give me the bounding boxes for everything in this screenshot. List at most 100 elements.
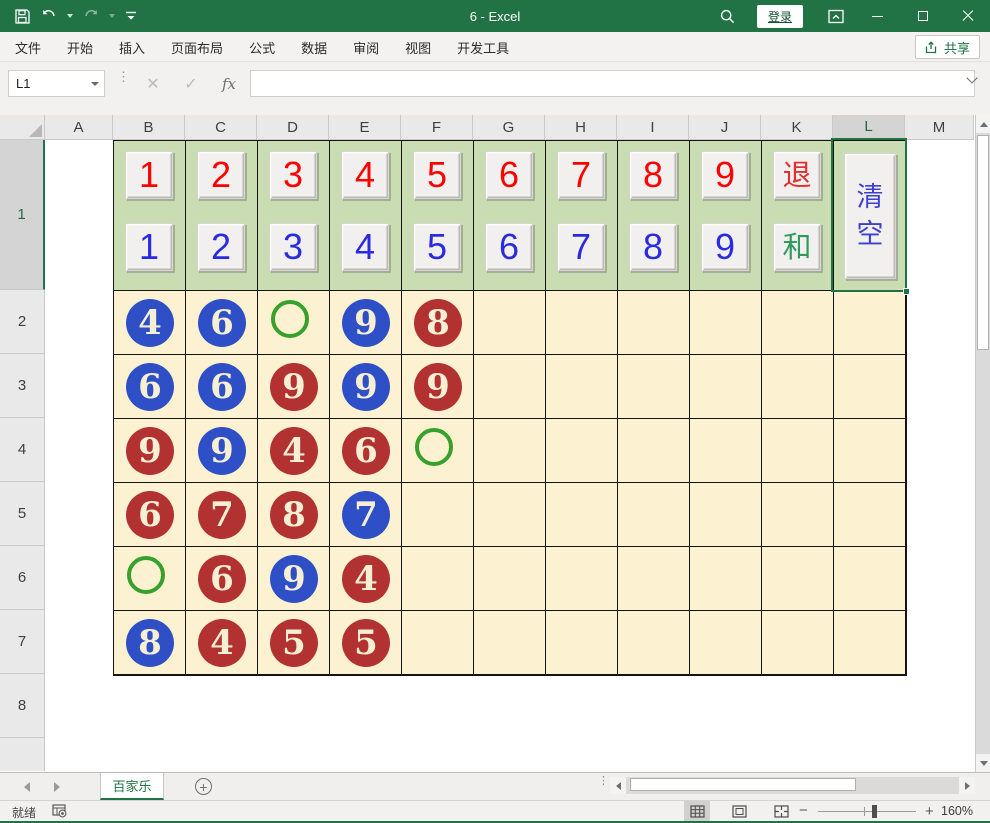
cell-H6[interactable] (546, 547, 618, 611)
column-header-K[interactable]: K (761, 115, 833, 140)
column-header-C[interactable]: C (185, 115, 257, 140)
cell-L4[interactable] (834, 419, 906, 483)
cell-J3[interactable] (690, 355, 762, 419)
ribbon-tab-开始[interactable]: 开始 (54, 32, 106, 62)
redo-dropdown-icon[interactable] (109, 14, 115, 18)
cell-K7[interactable] (762, 611, 834, 675)
cell-C7[interactable]: 4 (186, 611, 258, 675)
ribbon-tab-开发工具[interactable]: 开发工具 (444, 32, 522, 62)
row-header-6[interactable]: 6 (0, 546, 45, 610)
cell-H7[interactable] (546, 611, 618, 675)
cell-F2[interactable]: 8 (402, 291, 474, 355)
scroll-up-icon[interactable] (976, 115, 990, 133)
cell-B5[interactable]: 6 (114, 483, 186, 547)
column-header-H[interactable]: H (545, 115, 617, 140)
cell-L3[interactable] (834, 355, 906, 419)
maximize-button[interactable] (900, 0, 945, 32)
share-button[interactable]: 共享 (915, 35, 980, 59)
redo-icon[interactable] (83, 9, 99, 23)
cell-D2[interactable] (258, 291, 330, 355)
cell-F4[interactable] (402, 419, 474, 483)
column-header-A[interactable]: A (45, 115, 113, 140)
cell-J2[interactable] (690, 291, 762, 355)
blue-number-button-2[interactable]: 2 (197, 223, 245, 271)
customize-quick-access-icon[interactable] (125, 10, 137, 22)
cell-C6[interactable]: 6 (186, 547, 258, 611)
red-number-button-1[interactable]: 1 (125, 151, 173, 199)
zoom-level-label[interactable]: 160% (941, 804, 973, 818)
cell-E4[interactable]: 6 (330, 419, 402, 483)
red-number-button-2[interactable]: 2 (197, 151, 245, 199)
column-header-F[interactable]: F (401, 115, 473, 140)
row-header-8[interactable]: 8 (0, 674, 45, 738)
zoom-in-icon[interactable]: + (925, 803, 934, 820)
cell-C2[interactable]: 6 (186, 291, 258, 355)
cell-I4[interactable] (618, 419, 690, 483)
formula-bar-expand-icon[interactable] (966, 71, 980, 85)
blue-number-button-4[interactable]: 4 (341, 223, 389, 271)
blue-number-button-9[interactable]: 9 (701, 223, 749, 271)
page-break-view-button[interactable] (768, 801, 794, 821)
ribbon-tab-视图[interactable]: 视图 (392, 32, 444, 62)
column-header-M[interactable]: M (905, 115, 974, 140)
row-header-7[interactable]: 7 (0, 610, 45, 674)
cell-B4[interactable]: 9 (114, 419, 186, 483)
scroll-right-icon[interactable] (959, 777, 975, 794)
cell-E2[interactable]: 9 (330, 291, 402, 355)
blue-number-button-8[interactable]: 8 (629, 223, 677, 271)
column-header-B[interactable]: B (113, 115, 185, 140)
vertical-scrollbar-thumb[interactable] (977, 135, 989, 350)
row-header-5[interactable]: 5 (0, 482, 45, 546)
cell-L2[interactable] (834, 291, 906, 355)
cell-B7[interactable]: 8 (114, 611, 186, 675)
cell-K4[interactable] (762, 419, 834, 483)
cell-I7[interactable] (618, 611, 690, 675)
column-header-L[interactable]: L (833, 115, 905, 140)
column-header-I[interactable]: I (617, 115, 689, 140)
page-layout-view-button[interactable] (726, 801, 752, 821)
insert-function-icon[interactable]: fx (214, 70, 244, 97)
horizontal-scrollbar-thumb[interactable] (630, 778, 856, 791)
cell-B3[interactable]: 6 (114, 355, 186, 419)
search-icon[interactable] (713, 0, 743, 32)
blue-number-button-1[interactable]: 1 (125, 223, 173, 271)
cell-K3[interactable] (762, 355, 834, 419)
minimize-button[interactable] (855, 0, 900, 32)
undo-dropdown-icon[interactable] (67, 14, 73, 18)
cell-G2[interactable] (474, 291, 546, 355)
cell-H5[interactable] (546, 483, 618, 547)
blue-number-button-5[interactable]: 5 (413, 223, 461, 271)
ribbon-tab-公式[interactable]: 公式 (236, 32, 288, 62)
sheet-nav-right-icon[interactable] (54, 782, 60, 792)
blue-number-button-7[interactable]: 7 (557, 223, 605, 271)
blue-number-button-6[interactable]: 6 (485, 223, 533, 271)
cell-C4[interactable]: 9 (186, 419, 258, 483)
cell-E6[interactable]: 4 (330, 547, 402, 611)
cell-D5[interactable]: 8 (258, 483, 330, 547)
cell-J4[interactable] (690, 419, 762, 483)
scroll-left-icon[interactable] (610, 777, 626, 794)
ribbon-tab-插入[interactable]: 插入 (106, 32, 158, 62)
horizontal-scrollbar[interactable] (610, 777, 975, 794)
cell-G6[interactable] (474, 547, 546, 611)
row-header-partial[interactable] (0, 738, 45, 771)
ribbon-display-options-icon[interactable] (817, 0, 855, 32)
signin-button[interactable]: 登录 (757, 5, 803, 28)
new-sheet-icon[interactable]: + (195, 778, 212, 795)
cell-G5[interactable] (474, 483, 546, 547)
name-box[interactable]: L1 (8, 70, 105, 97)
cell-I5[interactable] (618, 483, 690, 547)
cell-E3[interactable]: 9 (330, 355, 402, 419)
cell-B6[interactable] (114, 547, 186, 611)
zoom-slider-thumb[interactable] (872, 805, 877, 818)
red-number-button-3[interactable]: 3 (269, 151, 317, 199)
cell-H2[interactable] (546, 291, 618, 355)
cell-J6[interactable] (690, 547, 762, 611)
ribbon-tab-数据[interactable]: 数据 (288, 32, 340, 62)
scroll-down-icon[interactable] (976, 754, 990, 772)
save-icon[interactable] (14, 8, 31, 25)
cell-D6[interactable]: 9 (258, 547, 330, 611)
sheet-nav-left-icon[interactable] (24, 782, 30, 792)
cell-E7[interactable]: 5 (330, 611, 402, 675)
row-header-2[interactable]: 2 (0, 290, 45, 354)
